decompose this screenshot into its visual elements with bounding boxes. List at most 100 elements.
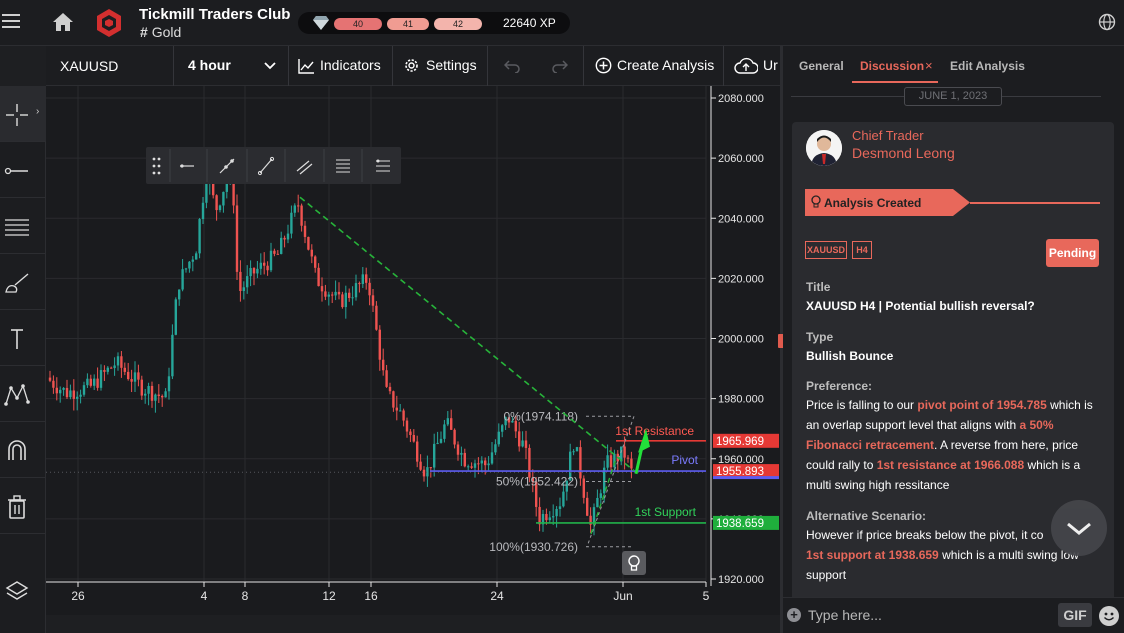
layers-icon [4,578,30,604]
chevron-down-icon[interactable] [264,62,276,70]
channel-tool-icon[interactable] [297,161,312,174]
candle-body [498,432,500,445]
channel-name: # Gold [140,24,181,40]
candle-body [487,463,489,465]
tab-edit-analysis[interactable]: Edit Analysis [950,59,1025,73]
candle-body [423,470,425,477]
type-label: Type [806,330,833,344]
candle-body [294,205,296,212]
indicators-button[interactable]: Indicators [320,57,381,73]
type-value: Bullish Bounce [806,349,893,363]
candle-body [86,379,88,385]
xp-level-current: 40 [334,18,382,30]
fib-level-label: 50%(1952.422) [496,475,578,489]
fib-retracement-tool-icon[interactable] [336,160,350,172]
candle-body [249,268,251,276]
delete-tool[interactable] [0,478,46,534]
indicators-icon[interactable] [298,58,315,74]
magnet-icon [4,438,30,464]
undo-icon[interactable] [504,59,520,73]
candle-body [572,451,574,452]
candle-body [175,299,177,334]
candle-body [79,395,81,397]
pattern-icon [4,382,30,408]
timeframe-tag: H4 [852,241,872,259]
upload-cloud-icon[interactable] [734,57,758,75]
home-icon[interactable] [52,12,74,32]
date-tick-label: 16 [364,589,378,603]
xp-level-after: 42 [434,18,482,30]
settings-button[interactable]: Settings [426,57,477,73]
plus-circle-icon[interactable] [595,57,612,74]
club-logo-icon [94,8,124,38]
candle-body [56,388,58,394]
candle-body [73,390,75,398]
top-bar: Tickmill Traders Club # Gold 40 41 42 22… [0,0,1124,46]
candle-body [215,195,217,210]
highlight-support: 1st support at 1938.659 [806,548,939,562]
upload-button[interactable]: Ur [763,57,780,73]
horizontal-ray-tool[interactable] [0,142,46,198]
price-tick-label: 2060.000 [718,153,764,165]
layers-tool[interactable] [0,562,46,618]
candle-body [447,418,449,424]
add-attachment-icon[interactable]: + [787,608,801,622]
candle-body [538,507,540,524]
gear-icon[interactable] [403,57,420,74]
candle-body [154,395,156,401]
magnet-tool[interactable] [0,422,46,478]
candle-body [623,446,625,457]
chevron-right-icon[interactable]: › [36,106,46,120]
text-tool[interactable] [0,310,46,366]
brush-tool[interactable] [0,254,46,310]
candle-body [368,283,370,295]
idea-button[interactable] [622,551,646,575]
candle-body [263,263,265,266]
fib-extension-tool-icon[interactable] [376,160,390,172]
candle-body [416,442,418,462]
message-input[interactable]: Type here... [808,607,882,623]
avatar [806,130,842,166]
redo-icon[interactable] [552,59,568,73]
tab-discussion[interactable]: Discussion [860,59,924,73]
candle-body [280,238,282,254]
gif-button[interactable]: GIF [1058,603,1092,627]
candle-body [596,498,598,507]
candle-body [389,387,391,391]
candle-body [409,432,411,435]
symbol-selector[interactable]: XAUUSD [60,58,118,74]
close-tab-icon[interactable]: × [925,58,933,73]
candle-body [579,447,581,478]
candle-body [185,268,187,269]
emoji-icon[interactable] [1099,606,1119,626]
ray-tool-icon[interactable] [180,164,194,167]
title-label: Title [806,280,830,294]
fib-levels-tool[interactable] [0,198,46,254]
pattern-tool[interactable] [0,366,46,422]
text-run: Price is falling to our [806,398,917,412]
tab-general[interactable]: General [799,59,844,73]
date-tick-label: 4 [201,589,208,603]
candle-body [93,379,95,386]
price-marker-label: 1938.659 [716,518,764,530]
candle-body [198,219,200,253]
segment-tool-icon[interactable] [258,157,273,174]
diamond-icon [312,15,330,31]
candle-body [290,213,292,234]
candle-body [433,444,435,468]
menu-icon[interactable] [2,14,20,28]
crosshair-tool[interactable]: › [0,86,46,142]
author-name[interactable]: Desmond Leong [852,145,955,161]
timeframe-selector[interactable]: 4 hour [188,57,231,73]
candle-body [341,294,343,307]
trendline-tool-icon[interactable] [220,159,234,173]
candle-body [549,517,551,520]
drag-handle-icon[interactable] [153,158,161,175]
scroll-down-button[interactable] [1051,500,1107,556]
candle-body [297,205,299,206]
horizontal-ray-icon [4,158,30,184]
price-tick-label: 1920.000 [718,574,764,586]
candle-body [457,445,459,455]
globe-icon[interactable] [1098,13,1116,31]
create-analysis-button[interactable]: Create Analysis [617,57,714,73]
